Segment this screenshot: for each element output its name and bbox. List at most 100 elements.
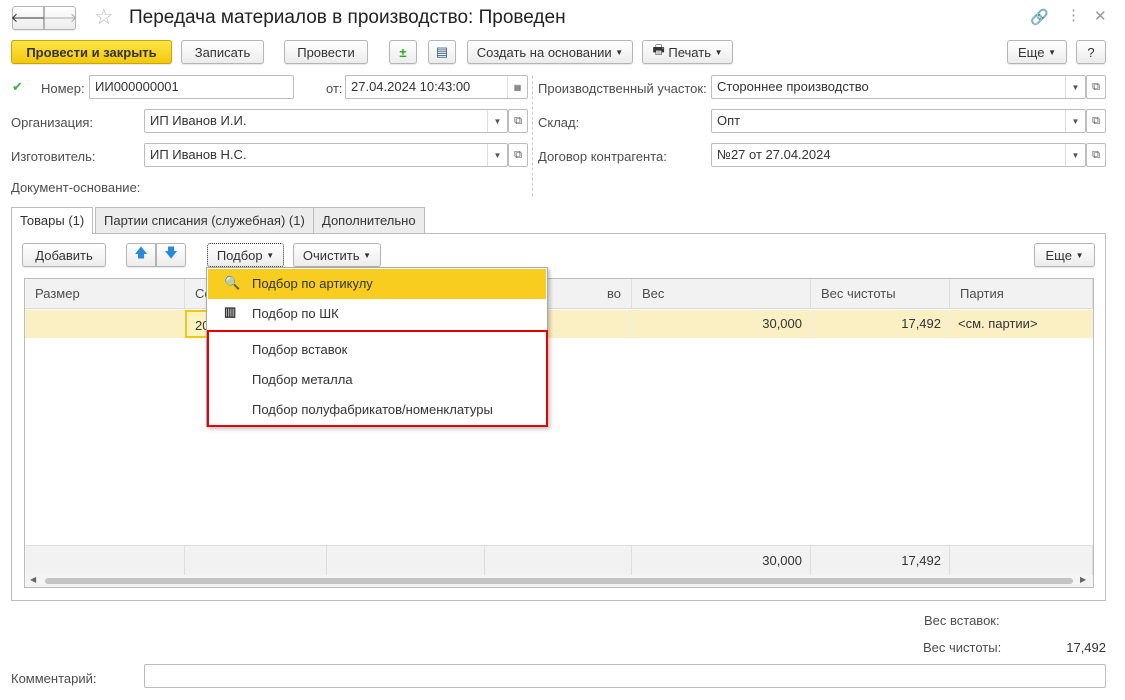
footer-cell: 17,492	[811, 545, 950, 575]
search-icon: 🔍	[224, 275, 241, 290]
chevron-down-icon[interactable]: ▼	[487, 110, 507, 132]
add-button[interactable]: Добавить	[22, 243, 106, 267]
chevron-down-icon[interactable]: ▼	[1065, 144, 1085, 166]
footer-cell	[485, 545, 632, 575]
date-field[interactable]: 27.04.2024 10:43:00 ▦	[345, 75, 528, 99]
open-icon[interactable]: ⧉	[508, 109, 528, 133]
open-icon[interactable]: ⧉	[1086, 75, 1106, 99]
open-icon[interactable]: ⧉	[1086, 143, 1106, 167]
posted-status-icon: ✔	[12, 79, 23, 94]
more-label: Еще	[1018, 44, 1045, 60]
menu-item-pick-by-barcode[interactable]: ▥ Подбор по ШК	[208, 299, 546, 329]
report-icon[interactable]: ▤	[428, 40, 456, 64]
number-label: Номер:	[41, 81, 85, 96]
column-header[interactable]: Партия	[950, 279, 1093, 309]
footer-cell	[25, 545, 185, 575]
clear-button[interactable]: Очистить ▼	[293, 243, 381, 267]
org-label: Организация:	[11, 115, 94, 130]
table-cell[interactable]	[25, 310, 185, 338]
inserts-weight-label: Вес вставок:	[924, 613, 1000, 628]
menu-item-label: Подбор по артикулу	[252, 276, 373, 291]
menu-item-pick-by-article[interactable]: 🔍 Подбор по артикулу	[208, 269, 546, 299]
open-icon[interactable]: ⧉	[508, 143, 528, 167]
create-based-button[interactable]: Создать на основании ▼	[467, 40, 633, 64]
clear-label: Очистить	[302, 247, 360, 263]
footer-cell	[327, 545, 485, 575]
column-header[interactable]: Вес	[632, 279, 811, 309]
save-button[interactable]: Записать	[181, 40, 264, 64]
calendar-icon[interactable]: ▦	[507, 76, 527, 98]
basis-label: Документ-основание:	[11, 180, 141, 195]
print-label: Печать	[668, 44, 711, 60]
horizontal-scrollbar[interactable]: ◀ ▶	[25, 575, 1093, 587]
movements-icon[interactable]: ±	[389, 40, 417, 64]
pick-dropdown-menu: 🔍 Подбор по артикулу ▥ Подбор по ШК Подбор…	[206, 267, 548, 427]
column-header[interactable]: Размер	[25, 279, 185, 309]
chevron-down-icon[interactable]: ▼	[487, 144, 507, 166]
back-button[interactable]: 🡐	[11, 6, 45, 30]
purity-weight-label: Вес чистоты:	[923, 640, 1002, 655]
printer-icon: 🖶	[652, 42, 669, 57]
date-value: 27.04.2024 10:43:00	[351, 79, 471, 94]
more-button[interactable]: Еще ▼	[1007, 40, 1067, 64]
goods-table[interactable]: Размер Се во Вес Вес чистоты Партия 20 3…	[24, 278, 1094, 588]
maker-field[interactable]: ИП Иванов Н.С. ▼	[144, 143, 508, 167]
chevron-down-icon[interactable]: ▼	[1065, 110, 1085, 132]
chevron-down-icon[interactable]: ▼	[1065, 76, 1085, 98]
warehouse-label: Склад:	[538, 115, 580, 130]
link-icon[interactable]: 🔗	[1030, 8, 1049, 26]
move-down-button[interactable]: 🡇	[156, 243, 186, 267]
forward-button[interactable]: 🡒	[43, 6, 77, 30]
maker-value: ИП Иванов Н.С.	[150, 147, 247, 162]
table-cell[interactable]: <см. партии>	[950, 310, 1093, 338]
post-and-close-button[interactable]: Провести и закрыть	[11, 40, 172, 64]
footer-cell	[950, 545, 1093, 575]
maker-label: Изготовитель:	[11, 149, 96, 164]
help-button[interactable]: ?	[1076, 40, 1106, 64]
purity-weight-value: 17,492	[1066, 640, 1106, 655]
menu-item-label: Подбор металла	[252, 372, 353, 387]
warehouse-field[interactable]: Опт ▼	[711, 109, 1086, 133]
post-button[interactable]: Провести	[284, 40, 368, 64]
print-button[interactable]: 🖶 Печать ▼	[642, 40, 733, 64]
org-field[interactable]: ИП Иванов И.И. ▼	[144, 109, 508, 133]
comment-field[interactable]	[144, 664, 1106, 688]
contract-field[interactable]: №27 от 27.04.2024 ▼	[711, 143, 1086, 167]
tab-additional[interactable]: Дополнительно	[313, 207, 425, 233]
close-icon[interactable]: ✕	[1094, 7, 1107, 25]
menu-item-pick-inserts[interactable]: Подбор вставок	[208, 335, 546, 365]
tab-batches[interactable]: Партии списания (служебная) (1)	[95, 207, 314, 233]
table-more-button[interactable]: Еще ▼	[1034, 243, 1095, 267]
menu-item-pick-semifinished[interactable]: Подбор полуфабрикатов/номенклатуры	[208, 395, 546, 425]
menu-dots-icon[interactable]: ⋮	[1066, 6, 1081, 24]
comment-label: Комментарий:	[11, 671, 97, 686]
contract-value: №27 от 27.04.2024	[717, 147, 831, 162]
site-value: Стороннее производство	[717, 79, 869, 94]
footer-cell	[185, 545, 327, 575]
pick-button[interactable]: Подбор ▼	[207, 243, 284, 267]
pick-label: Подбор	[216, 247, 263, 263]
number-field[interactable]: ИИ000000001	[89, 75, 294, 99]
open-icon[interactable]: ⧉	[1086, 109, 1106, 133]
move-up-button[interactable]: 🡅	[126, 243, 156, 267]
date-label: от:	[326, 81, 343, 96]
warehouse-value: Опт	[717, 113, 741, 128]
table-cell[interactable]: 17,492	[811, 310, 950, 338]
table-cell[interactable]: 30,000	[632, 310, 811, 338]
favorite-star-icon[interactable]: ☆	[94, 4, 114, 30]
barcode-icon: ▥	[224, 304, 237, 319]
column-header[interactable]: Вес чистоты	[811, 279, 950, 309]
contract-label: Договор контрагента:	[538, 149, 667, 164]
org-value: ИП Иванов И.И.	[150, 113, 247, 128]
window-title: Передача материалов в производство: Пров…	[129, 7, 566, 28]
tab-goods[interactable]: Товары (1)	[11, 207, 94, 234]
site-label: Производственный участок:	[538, 81, 707, 96]
menu-item-pick-metal[interactable]: Подбор металла	[208, 365, 546, 395]
scrollbar-thumb[interactable]	[45, 578, 1073, 584]
create-based-label: Создать на основании	[476, 44, 612, 60]
menu-item-label: Подбор полуфабрикатов/номенклатуры	[252, 402, 493, 417]
site-field[interactable]: Стороннее производство ▼	[711, 75, 1086, 99]
menu-item-label: Подбор вставок	[252, 342, 348, 357]
menu-item-label: Подбор по ШК	[252, 306, 339, 321]
divider	[532, 76, 533, 196]
